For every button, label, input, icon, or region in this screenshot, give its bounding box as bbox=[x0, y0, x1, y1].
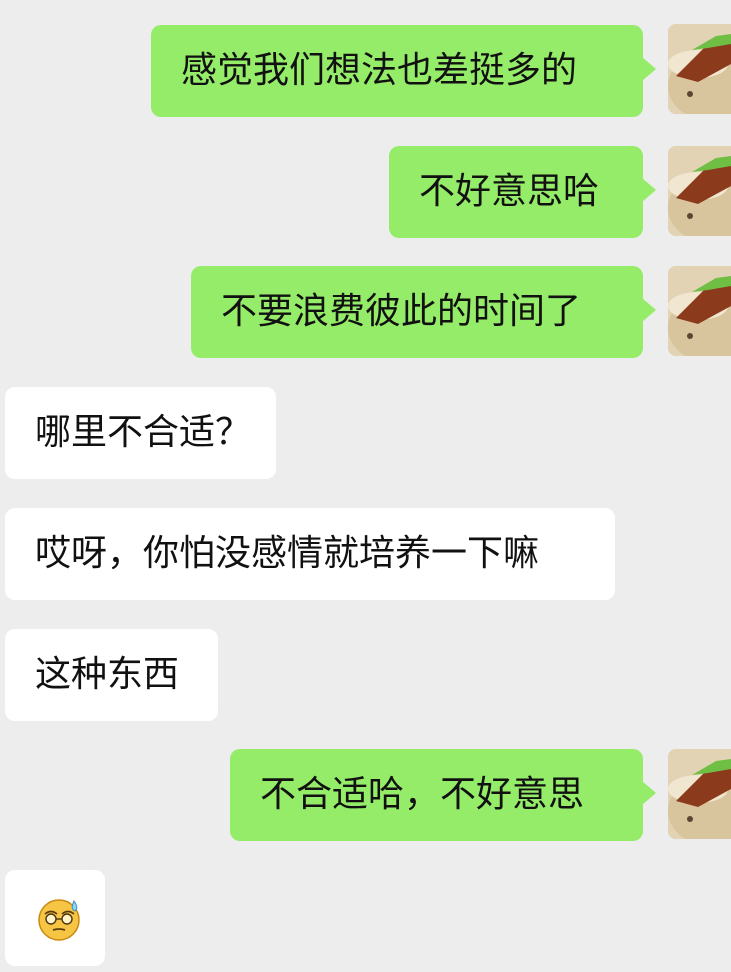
user-avatar[interactable] bbox=[668, 146, 731, 236]
message-text: 不要浪费彼此的时间了 bbox=[221, 291, 582, 332]
message-text: 不合适哈，不好意思 bbox=[260, 774, 585, 815]
outgoing-message-bubble[interactable]: 感觉我们想法也差挺多的 bbox=[151, 25, 656, 117]
avatar-image bbox=[668, 266, 731, 356]
incoming-message-bubble[interactable]: 哎呀，你怕没感情就培养一下嘛 bbox=[5, 508, 615, 600]
user-avatar[interactable] bbox=[668, 266, 731, 356]
message-text: 感觉我们想法也差挺多的 bbox=[181, 50, 578, 91]
message-text: 哪里不合适？ bbox=[35, 412, 252, 453]
user-avatar[interactable] bbox=[668, 749, 731, 839]
avatar-image bbox=[668, 146, 731, 236]
sweating-face-with-glasses-emoji bbox=[38, 899, 80, 941]
outgoing-message-bubble[interactable]: 不合适哈，不好意思 bbox=[230, 749, 656, 841]
avatar-image bbox=[668, 24, 731, 114]
outgoing-message-bubble[interactable]: 不要浪费彼此的时间了 bbox=[191, 266, 656, 358]
outgoing-message-bubble[interactable]: 不好意思哈 bbox=[389, 146, 656, 238]
chat-message-list: 感觉我们想法也差挺多的 不好意思哈 不要浪费彼此的时间了 哪里不合适？ 哎呀，你… bbox=[0, 0, 731, 972]
message-text: 不好意思哈 bbox=[419, 171, 600, 212]
avatar-image bbox=[668, 749, 731, 839]
incoming-message-bubble[interactable]: 哪里不合适？ bbox=[5, 387, 276, 479]
message-text: 这种东西 bbox=[35, 654, 180, 695]
message-text: 哎呀，你怕没感情就培养一下嘛 bbox=[35, 533, 540, 574]
incoming-message-bubble[interactable]: 这种东西 bbox=[5, 629, 218, 721]
incoming-message-bubble[interactable] bbox=[5, 870, 105, 966]
user-avatar[interactable] bbox=[668, 24, 731, 114]
